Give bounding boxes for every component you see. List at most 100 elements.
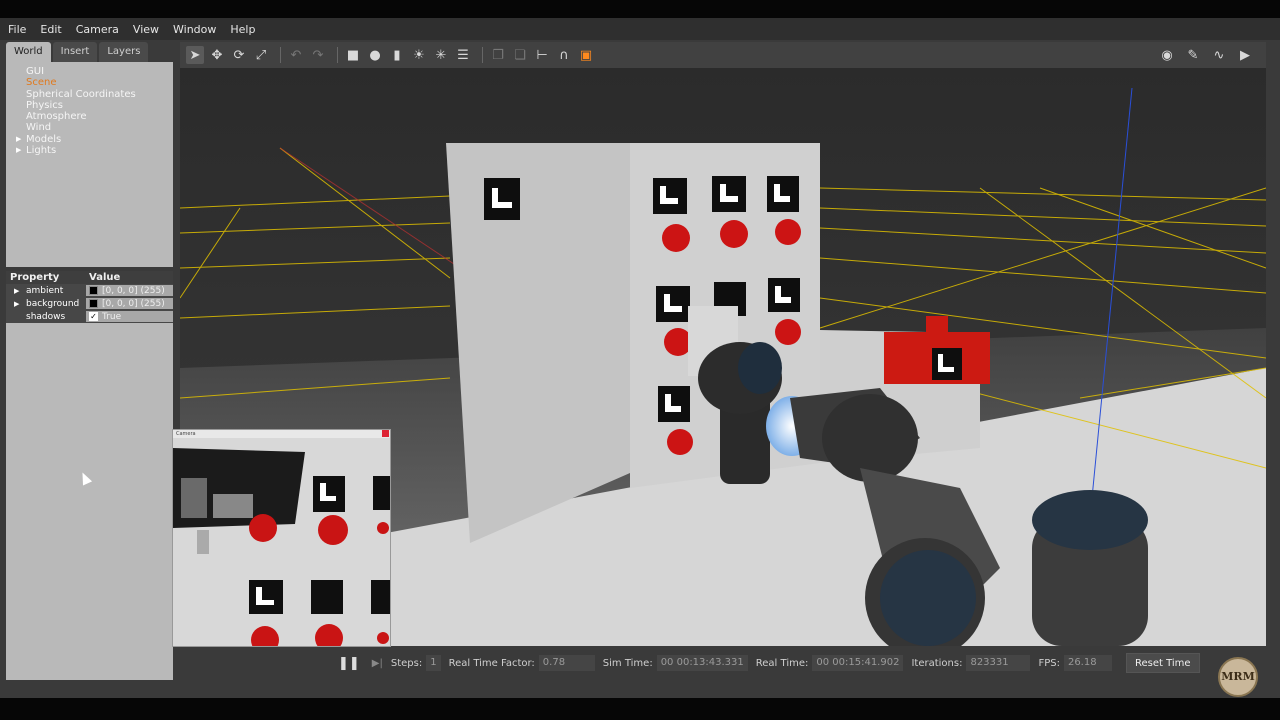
camera-feed xyxy=(173,438,390,654)
tree-item-label: Models xyxy=(26,133,62,145)
tab-world[interactable]: World xyxy=(6,42,51,62)
copy-icon[interactable]: ❐ xyxy=(489,46,507,64)
pause-icon[interactable]: ❚❚ xyxy=(338,656,360,671)
steps-label: Steps: xyxy=(390,657,423,669)
scale-mode-icon[interactable]: ⤢ xyxy=(252,46,270,64)
channel-logo: MRM xyxy=(1218,657,1258,697)
color-swatch-icon xyxy=(89,286,98,295)
toolbar-divider xyxy=(280,47,281,63)
tree-item-label: GUI xyxy=(26,66,45,77)
color-swatch-icon xyxy=(89,299,98,308)
tree-item-label: Spherical Coordinates xyxy=(26,88,136,100)
steps-value[interactable]: 1 xyxy=(426,655,441,671)
iterations-value: 823331 xyxy=(966,655,1031,671)
camera-subwindow[interactable]: Camera xyxy=(172,429,391,654)
tree-item-spherical-coordinates[interactable]: Spherical Coordinates xyxy=(6,89,173,100)
box-shape-icon[interactable]: ■ xyxy=(344,46,362,64)
align-icon[interactable]: ⊢ xyxy=(533,46,551,64)
snap-icon[interactable]: ∩ xyxy=(555,46,573,64)
toolbar: ➤ ✥ ⟳ ⤢ ↶ ↷ ■ ● ▮ ☀ ✳ ☰ ❐ ❏ ⊢ ∩ ▣ ◉ ✎ ∿ … xyxy=(180,42,1266,68)
tree-item-models[interactable]: ▶ Models xyxy=(6,134,173,145)
camera-window-title: Camera xyxy=(176,431,196,437)
screenshot-icon[interactable]: ◉ xyxy=(1158,46,1176,64)
log-data-icon[interactable]: ✎ xyxy=(1184,46,1202,64)
world-tree: GUI Scene Spherical Coordinates Physics … xyxy=(6,62,173,267)
sim-time-label: Sim Time: xyxy=(602,657,653,669)
tree-item-label: Lights xyxy=(26,145,57,157)
reset-time-button[interactable]: Reset Time xyxy=(1125,653,1200,673)
property-value[interactable]: [0, 0, 0] (255) xyxy=(86,298,173,309)
panel-left-face xyxy=(446,143,630,543)
checkbox-checked-icon[interactable]: ✓ xyxy=(89,312,98,321)
expand-arrow-icon[interactable]: ▶ xyxy=(16,134,21,145)
menu-edit[interactable]: Edit xyxy=(36,23,65,36)
tree-item-atmosphere[interactable]: Atmosphere xyxy=(6,111,173,122)
fps-value: 26.18 xyxy=(1063,655,1112,671)
plot-icon[interactable]: ∿ xyxy=(1210,46,1228,64)
tree-item-label: Atmosphere xyxy=(26,111,87,123)
tab-layers[interactable]: Layers xyxy=(99,42,149,62)
value-column-header: Value xyxy=(89,272,121,283)
property-value[interactable]: ✓ True xyxy=(86,311,173,322)
expand-arrow-icon[interactable]: ▶ xyxy=(16,145,21,156)
menu-file[interactable]: File xyxy=(4,23,30,36)
undo-icon[interactable]: ↶ xyxy=(287,46,305,64)
redo-icon[interactable]: ↷ xyxy=(309,46,327,64)
elbow-joint xyxy=(822,394,918,482)
toolbar-right: ◉ ✎ ∿ ▶ xyxy=(1158,46,1258,64)
tree-item-gui[interactable]: GUI xyxy=(6,66,173,77)
tree-item-label: Physics xyxy=(26,99,63,111)
menu-bar: File Edit Camera View Window Help xyxy=(0,18,1280,40)
video-record-icon[interactable]: ▶ xyxy=(1236,46,1254,64)
select-mode-icon[interactable]: ➤ xyxy=(186,46,204,64)
properties-header: Property Value xyxy=(6,271,173,284)
rtf-value: 0.78 xyxy=(538,655,595,671)
letterbox-bottom xyxy=(0,698,1280,720)
menu-camera[interactable]: Camera xyxy=(72,23,123,36)
paste-icon[interactable]: ❏ xyxy=(511,46,529,64)
property-value-text: [0, 0, 0] (255) xyxy=(102,298,165,309)
base-cap xyxy=(1032,490,1148,550)
red-box-top xyxy=(926,316,948,334)
property-value-text: [0, 0, 0] (255) xyxy=(102,285,165,296)
gazebo-window: File Edit Camera View Window Help World … xyxy=(0,18,1280,698)
real-time-value: 00 00:15:41.902 xyxy=(812,655,904,671)
step-icon[interactable]: ▶| xyxy=(372,658,383,669)
change-view-icon[interactable]: ▣ xyxy=(577,46,595,64)
property-row-shadows[interactable]: shadows ✓ True xyxy=(6,310,173,323)
spot-light-icon[interactable]: ✳ xyxy=(432,46,450,64)
rotate-mode-icon[interactable]: ⟳ xyxy=(230,46,248,64)
wrist-cap xyxy=(738,342,782,394)
tree-item-lights[interactable]: ▶ Lights xyxy=(6,145,173,156)
expand-arrow-icon[interactable]: ▶ xyxy=(14,300,19,308)
toolbar-divider xyxy=(337,47,338,63)
property-value[interactable]: [0, 0, 0] (255) xyxy=(86,285,173,296)
toolbar-divider xyxy=(482,47,483,63)
tree-item-physics[interactable]: Physics xyxy=(6,100,173,111)
property-name: shadows xyxy=(26,311,66,322)
close-icon[interactable] xyxy=(382,430,389,437)
property-value-text: True xyxy=(102,311,122,322)
tree-item-scene[interactable]: Scene xyxy=(6,77,173,88)
rtf-label: Real Time Factor: xyxy=(448,657,535,669)
menu-view[interactable]: View xyxy=(129,23,163,36)
tree-item-wind[interactable]: Wind xyxy=(6,122,173,133)
left-tabs: World Insert Layers xyxy=(6,42,173,62)
tree-item-label: Scene xyxy=(26,77,57,89)
cylinder-shape-icon[interactable]: ▮ xyxy=(388,46,406,64)
fps-label: FPS: xyxy=(1038,657,1060,669)
real-time-label: Real Time: xyxy=(755,657,809,669)
box-marker xyxy=(932,348,962,380)
menu-help[interactable]: Help xyxy=(226,23,259,36)
tab-insert[interactable]: Insert xyxy=(52,42,98,62)
status-bar: ❚❚ ▶| Steps: 1 Real Time Factor: 0.78 Si… xyxy=(180,650,1266,676)
property-row-background[interactable]: ▶ background [0, 0, 0] (255) xyxy=(6,297,173,310)
property-row-ambient[interactable]: ▶ ambient [0, 0, 0] (255) xyxy=(6,284,173,297)
camera-window-titlebar[interactable]: Camera xyxy=(173,430,390,438)
menu-window[interactable]: Window xyxy=(169,23,220,36)
expand-arrow-icon[interactable]: ▶ xyxy=(14,287,19,295)
translate-mode-icon[interactable]: ✥ xyxy=(208,46,226,64)
sphere-shape-icon[interactable]: ● xyxy=(366,46,384,64)
directional-light-icon[interactable]: ☰ xyxy=(454,46,472,64)
point-light-icon[interactable]: ☀ xyxy=(410,46,428,64)
